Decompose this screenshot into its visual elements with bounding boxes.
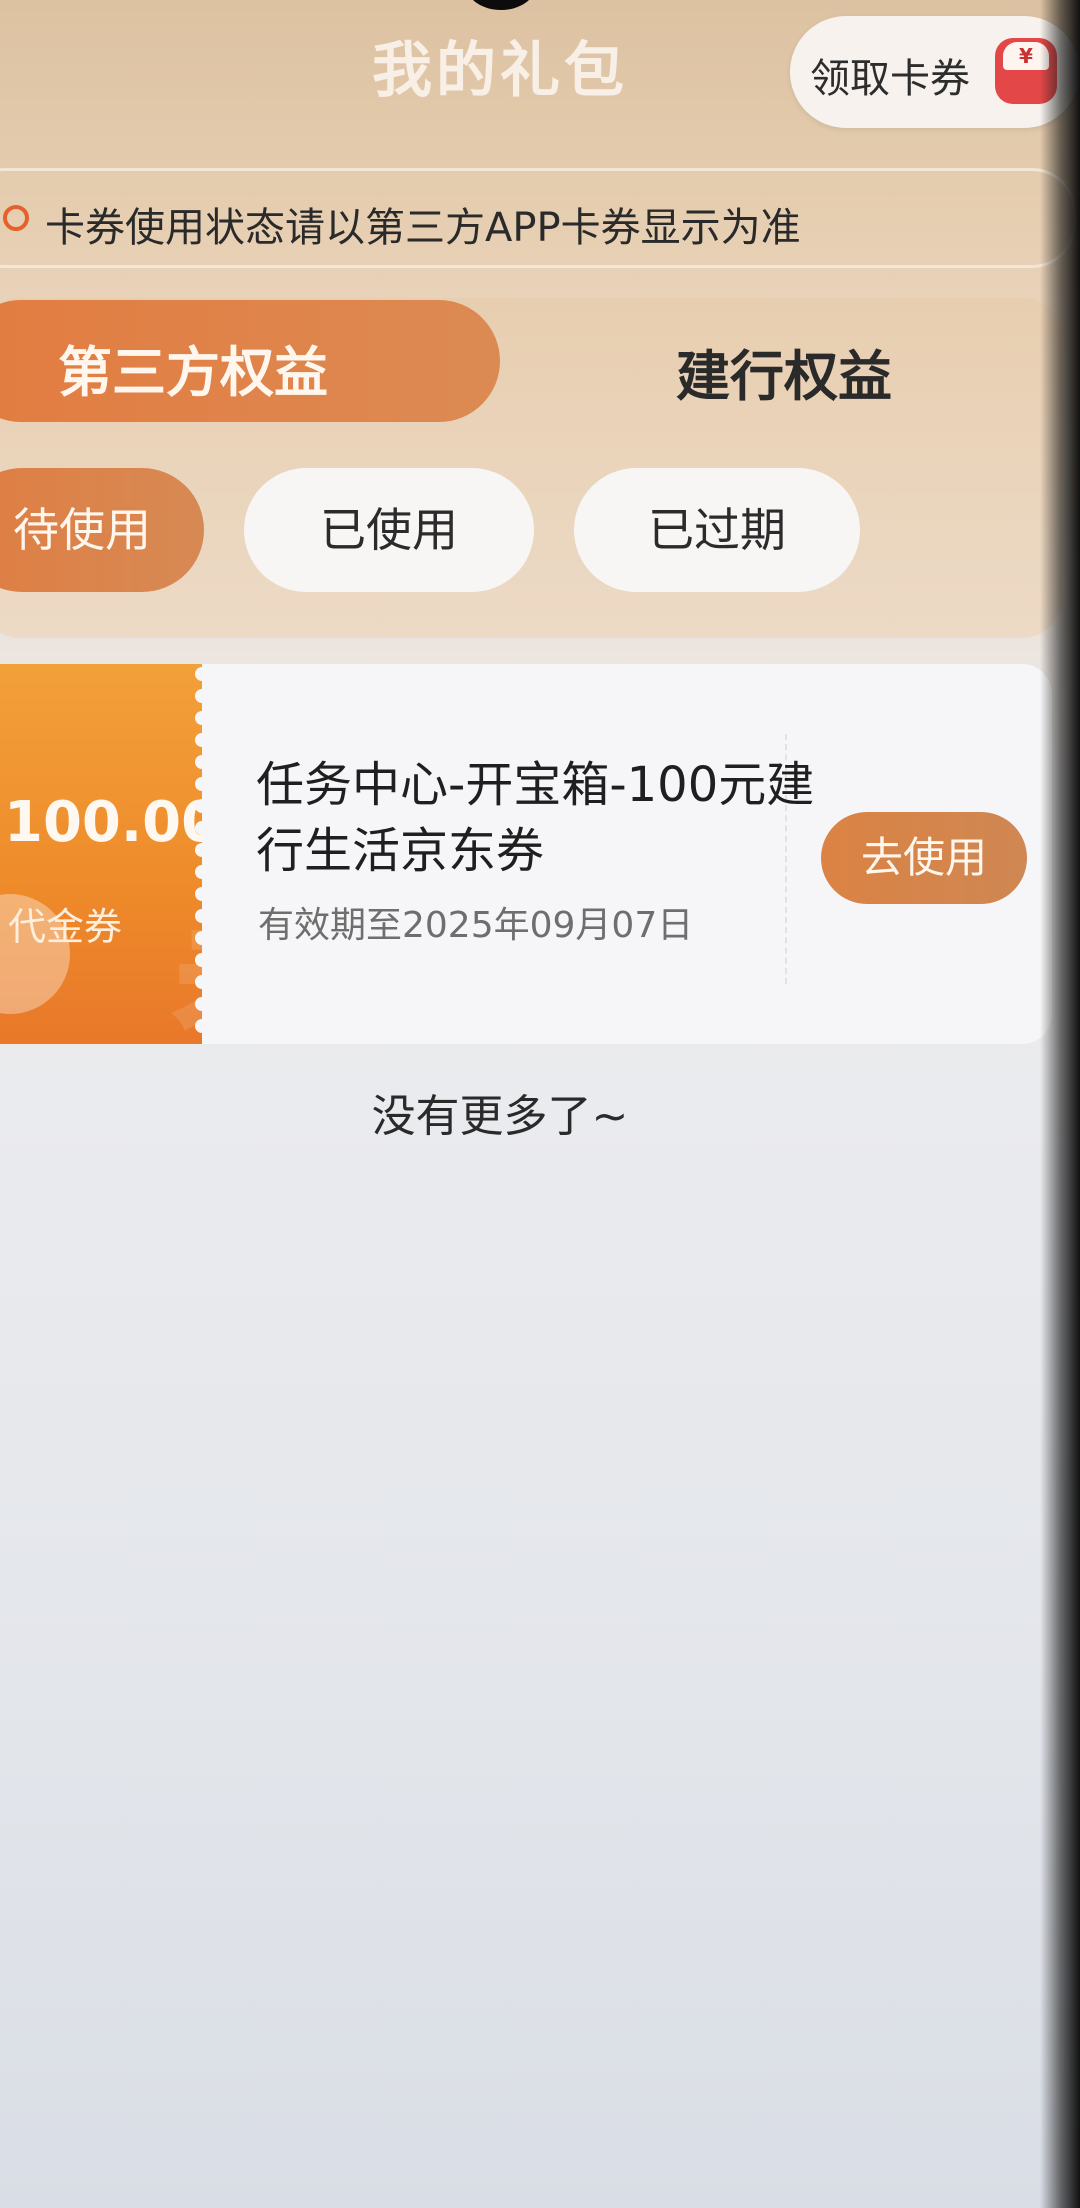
- perforated-edge: [195, 667, 209, 1033]
- coupon-kind: 代金券: [8, 905, 123, 949]
- coupon-amount: 100.00: [4, 790, 202, 855]
- front-camera: [466, 0, 536, 10]
- notice-bar: 卡券使用状态请以第三方APP卡券显示为准: [0, 168, 1076, 268]
- coupon-expiry: 有效期至2025年09月07日: [258, 905, 694, 946]
- coupon-title: 任务中心-开宝箱-100元建行生活京东券: [256, 757, 815, 879]
- notice-text: 卡券使用状态请以第三方APP卡券显示为准: [45, 205, 801, 251]
- device-bezel: [1040, 0, 1080, 2208]
- notice-icon: [3, 205, 29, 231]
- coupon-card: 券 100.00 代金券 任务中心-开宝箱-100元建行生活京东券 有效期至20…: [0, 664, 1064, 1044]
- filter-unused[interactable]: 待使用: [0, 468, 204, 592]
- filter-used[interactable]: 已使用: [244, 468, 534, 592]
- tab-third-party[interactable]: 第三方权益: [0, 300, 500, 422]
- use-coupon-button[interactable]: 去使用: [821, 812, 1027, 904]
- screen: 我的礼包 领取卡券 ¥ 卡券使用状态请以第三方APP卡券显示为准 第三方权益 建…: [0, 0, 1080, 2208]
- get-coupon-label: 领取卡券: [810, 56, 970, 102]
- tab-ccb[interactable]: 建行权益: [676, 332, 892, 411]
- coupon-amount-panel: 券 100.00 代金券: [0, 664, 202, 1044]
- get-coupon-button[interactable]: 领取卡券 ¥: [790, 16, 1080, 128]
- filter-expired[interactable]: 已过期: [574, 468, 860, 592]
- tab-third-party-label: 第三方权益: [58, 341, 328, 404]
- no-more-text: 没有更多了~: [371, 1091, 629, 1142]
